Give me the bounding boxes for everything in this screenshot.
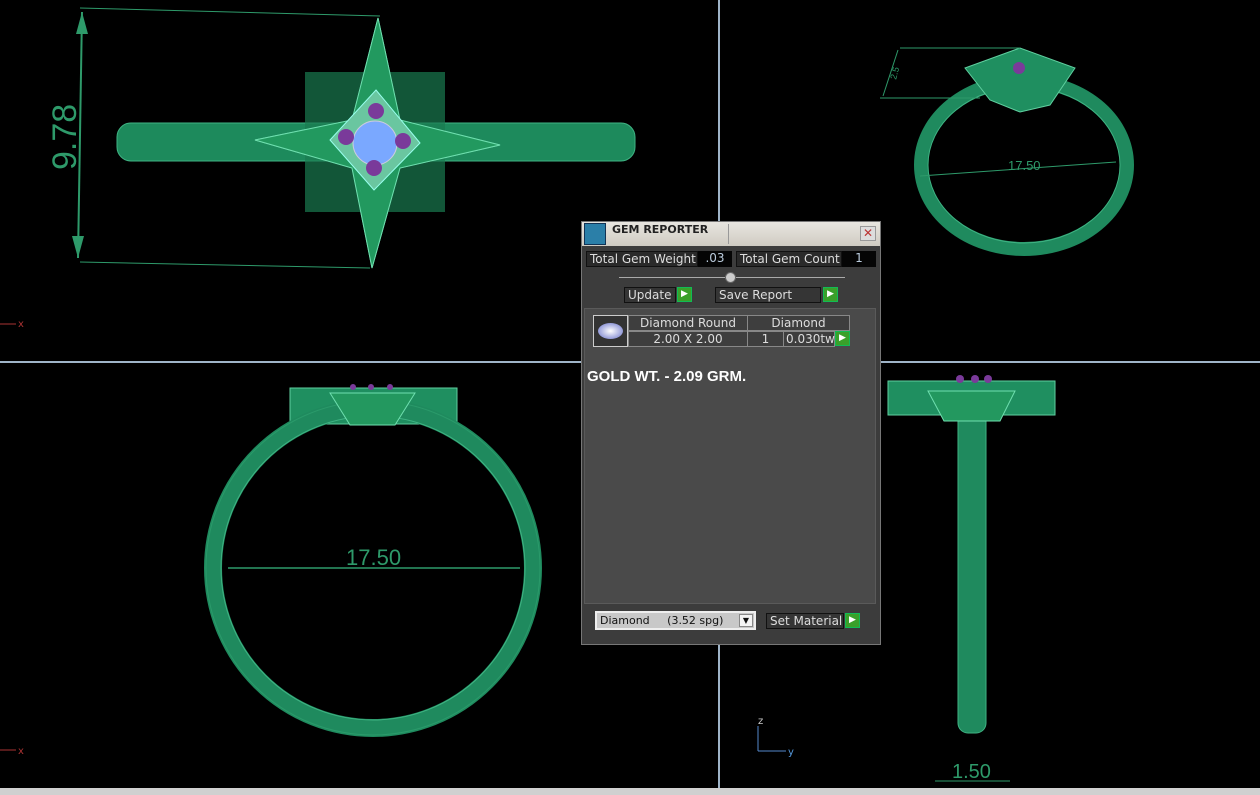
- dimension-label: 1.50: [952, 761, 991, 783]
- axis-y-label: y: [788, 747, 794, 758]
- set-material-button[interactable]: Set Material: [766, 613, 844, 629]
- dimension-label: 9.78: [46, 104, 84, 170]
- chevron-down-icon[interactable]: ▼: [739, 614, 753, 627]
- total-gem-weight-value: .03: [698, 251, 732, 267]
- gem-list-panel: Diamond Round Diamond 2.00 X 2.00 1 0.03…: [584, 308, 876, 604]
- axis-z-label: z: [758, 716, 763, 727]
- axis-x-label: x: [18, 746, 24, 757]
- gem-count: 1: [747, 331, 784, 347]
- gem-reporter-dialog: GEM REPORTER ✕ Total Gem Weight .03 Tota…: [581, 221, 881, 645]
- total-gem-count-label: Total Gem Count: [736, 251, 842, 267]
- update-go-icon[interactable]: ▶: [677, 287, 692, 302]
- gem-reporter-app-icon: [584, 223, 606, 245]
- material-select[interactable]: Diamond (3.52 spg) ▼: [595, 611, 756, 630]
- dimension-label: 17.50: [1008, 158, 1041, 173]
- save-report-button[interactable]: Save Report: [715, 287, 821, 303]
- close-button[interactable]: ✕: [860, 226, 876, 241]
- update-button[interactable]: Update: [624, 287, 676, 303]
- dimension-label-small: 2.5: [888, 66, 901, 81]
- diamond-round-thumbnail-icon: [593, 315, 628, 347]
- gem-weight: 0.030tw: [783, 331, 835, 347]
- axis-x-label: x: [18, 319, 24, 330]
- dimension-label: 17.50: [346, 545, 401, 570]
- collapse-toggle-icon[interactable]: [725, 272, 736, 283]
- set-material-go-icon[interactable]: ▶: [845, 613, 860, 628]
- titlebar-separator: [728, 224, 729, 244]
- total-gem-count-value: 1: [842, 251, 876, 267]
- gem-material: Diamond: [747, 315, 850, 331]
- status-strip: [0, 788, 1260, 795]
- dialog-title: GEM REPORTER: [612, 223, 709, 236]
- total-gem-weight-label: Total Gem Weight: [586, 251, 698, 267]
- gold-weight-note: GOLD WT. - 2.09 GRM.: [587, 368, 747, 385]
- gem-go-icon[interactable]: ▶: [835, 331, 850, 346]
- gem-shape: Diamond Round: [628, 315, 748, 331]
- material-select-value: Diamond (3.52 spg): [600, 614, 724, 627]
- save-report-go-icon[interactable]: ▶: [823, 287, 838, 302]
- gem-size: 2.00 X 2.00: [628, 331, 748, 347]
- dialog-titlebar[interactable]: GEM REPORTER ✕: [582, 222, 880, 246]
